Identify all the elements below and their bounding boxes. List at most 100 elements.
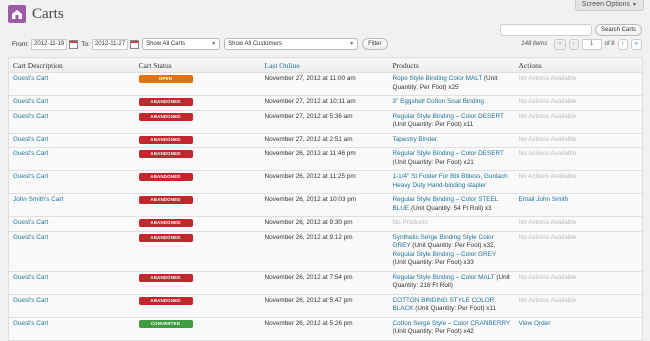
status-badge: CONVERTED [138, 319, 193, 328]
first-page-button[interactable]: « [554, 38, 566, 50]
product-entry: Cotton Serge Style – Color CRANBERRY (Un… [393, 320, 511, 337]
status-badge: ABANDONED [138, 98, 193, 106]
chevron-down-icon: ▼ [632, 2, 637, 8]
column-header-status: Cart Status [134, 57, 261, 73]
cart-description-link[interactable]: Guest's Cart [13, 75, 48, 82]
cell-products: Synthetic Serge Binding Style Color GREY… [388, 230, 515, 272]
cell-status: ABANDONED [134, 293, 261, 318]
cell-products: No Products [388, 216, 515, 232]
no-actions-text: No Actions Available [518, 273, 577, 281]
cell-last-online: November 26, 2012 at 5:47 pm [260, 293, 389, 318]
product-entry: Synthetic Serge Binding Style Color GREY… [393, 234, 511, 251]
search-input[interactable] [499, 24, 592, 36]
table-row: Guest's Cart ABANDONED November 26, 2012 a… [8, 270, 643, 295]
no-actions-text: No Actions Available [518, 75, 577, 82]
prev-page-button[interactable]: ‹ [568, 38, 579, 50]
cart-description-link[interactable]: Guest's Cart [13, 274, 48, 281]
filter-button[interactable]: Filter [362, 38, 388, 50]
cell-status: OPEN [134, 72, 261, 96]
cell-actions: No Actions Available [514, 170, 643, 194]
from-date-input[interactable]: 2012-11-19 [30, 38, 68, 50]
cell-description: Guest's Cart [8, 170, 135, 194]
table-row: Guest's Cart ABANDONED November 27, 2012 a… [8, 95, 643, 111]
screen-options-toggle[interactable]: Screen Options ▼ [574, 0, 644, 11]
chevron-down-icon: ▼ [349, 41, 355, 47]
product-detail: (Unit Quantity: Per Foot) x32, [410, 242, 496, 249]
cell-last-online: November 27, 2012 at 2:51 am [260, 132, 389, 148]
cell-status: ABANDONED [134, 230, 261, 272]
cart-description-link[interactable]: Guest's Cart [13, 113, 48, 120]
product-link[interactable]: Regular Style Binding – Color GREY [393, 251, 497, 258]
cell-last-online: November 26, 2012 at 10:03 pm [260, 193, 389, 217]
status-badge: ABANDONED [138, 112, 193, 121]
product-entry: COTTON BINDING STYLE COLOR BLACK (Unit Q… [393, 297, 511, 314]
cart-status-select[interactable]: Show All Carts ▼ [142, 38, 221, 50]
cell-description: Guest's Cart [8, 293, 135, 318]
cell-actions: No Actions Available [514, 109, 643, 134]
search-carts-button[interactable]: Search Carts [594, 24, 642, 36]
product-entry: Rope Style Binding Color MALT (Unit Quan… [393, 75, 511, 92]
customer-select[interactable]: Show All Customers ▼ [224, 38, 359, 50]
no-actions-text: No Actions Available [518, 173, 577, 180]
table-row: Guest's Cart ABANDONED November 26, 2012 a… [8, 147, 643, 171]
product-entry: Regular Style Binding – Color GREY (Unit… [393, 251, 511, 268]
product-link[interactable]: Regular Style Binding – Color DESERT [393, 150, 504, 157]
action-link[interactable]: Email John Smith [519, 196, 569, 203]
cart-description-link[interactable]: Guest's Cart [13, 136, 48, 143]
product-entry: Regular Style Binding – Color DESERT (Un… [393, 113, 511, 130]
product-link[interactable]: Cotton Serge Style – Color CRANBERRY [393, 320, 511, 327]
total-pages: of 8 [604, 41, 615, 47]
column-header-description: Cart Description [8, 57, 135, 73]
cell-products: Regular Style Binding – Color STEEL BLUE… [388, 193, 515, 217]
status-badge: ABANDONED [138, 196, 193, 204]
cell-status: ABANDONED [134, 170, 261, 194]
cell-last-online: November 26, 2012 at 11:46 pm [260, 147, 389, 171]
cell-last-online: November 26, 2012 at 9:30 pm [260, 216, 389, 232]
product-entry: Regular Style Binding – Color DESERT (Un… [393, 150, 511, 167]
cart-description-link[interactable]: Guest's Cart [13, 320, 48, 327]
cell-description: Guest's Cart [8, 270, 135, 295]
next-page-button[interactable]: › [617, 38, 628, 50]
cell-products: 3" Eggshell Cotton Sisal Binding [388, 95, 515, 111]
current-page-input[interactable]: 1 [581, 38, 602, 50]
cell-description: John Smith's Cart [8, 193, 135, 217]
product-link[interactable]: 1-1/4" St Folder For Bbl Bbless, Gunlach… [393, 173, 508, 189]
product-link[interactable]: Rope Style Binding Color MALT [393, 75, 483, 82]
column-header-last-online[interactable]: Last Online [260, 57, 389, 73]
cell-products: 1-1/4" St Folder For Bbl Bbless, Gunlach… [388, 170, 515, 194]
status-badge: ABANDONED [138, 219, 193, 227]
product-detail: (Unit Quantity: 54 Ft Roll) x3 [409, 204, 492, 212]
calendar-icon[interactable] [69, 39, 79, 49]
no-actions-text: No Actions Available [518, 219, 577, 226]
cart-description-link[interactable]: Guest's Cart [13, 297, 48, 304]
no-actions-text: No Actions Available [518, 233, 577, 241]
product-entry: 3" Eggshell Cotton Sisal Binding [393, 98, 511, 107]
cell-status: ABANDONED [134, 216, 261, 232]
cell-description: Guest's Cart [8, 132, 135, 148]
cart-description-link[interactable]: John Smith's Cart [13, 196, 63, 203]
to-date-input[interactable]: 2012-11-27 [91, 38, 129, 50]
cart-description-link[interactable]: Guest's Cart [13, 98, 48, 105]
product-entry: 1-1/4" St Folder For Bbl Bbless, Gunlach… [393, 173, 511, 190]
cell-description: Guest's Cart [8, 95, 135, 111]
status-badge: ABANDONED [138, 233, 193, 242]
table-row: Guest's Cart ABANDONED November 26, 2012 a… [8, 293, 643, 318]
product-link[interactable]: Tapestry Binder [393, 136, 437, 143]
calendar-icon[interactable] [130, 39, 140, 49]
no-actions-text: No Actions Available [518, 112, 577, 120]
last-page-button[interactable]: » [630, 38, 642, 50]
product-link[interactable]: 3" Eggshell Cotton Sisal Binding [393, 98, 484, 105]
product-link[interactable]: Regular Style Binding – Color MALT [393, 274, 495, 281]
cart-description-link[interactable]: Guest's Cart [13, 219, 48, 226]
cart-description-link[interactable]: Guest's Cart [13, 150, 48, 157]
cart-description-link[interactable]: Guest's Cart [13, 173, 48, 180]
cell-last-online: November 27, 2012 at 11:00 am [260, 72, 389, 96]
action-link[interactable]: View Order [519, 320, 551, 327]
cell-actions: No Actions Available [514, 270, 643, 295]
pagination: 148 items « ‹ 1 of 8 › » [521, 38, 642, 50]
product-detail: (Unit Quantity: Per Foot) x11 [413, 305, 497, 312]
cart-description-link[interactable]: Guest's Cart [13, 234, 48, 241]
product-link[interactable]: Regular Style Binding – Color DESERT [393, 113, 504, 120]
filter-bar: From: 2012-11-19 To: 2012-11-27 Show All… [12, 38, 642, 50]
cell-products: Cotton Serge Style – Color CRANBERRY (Un… [388, 316, 515, 341]
